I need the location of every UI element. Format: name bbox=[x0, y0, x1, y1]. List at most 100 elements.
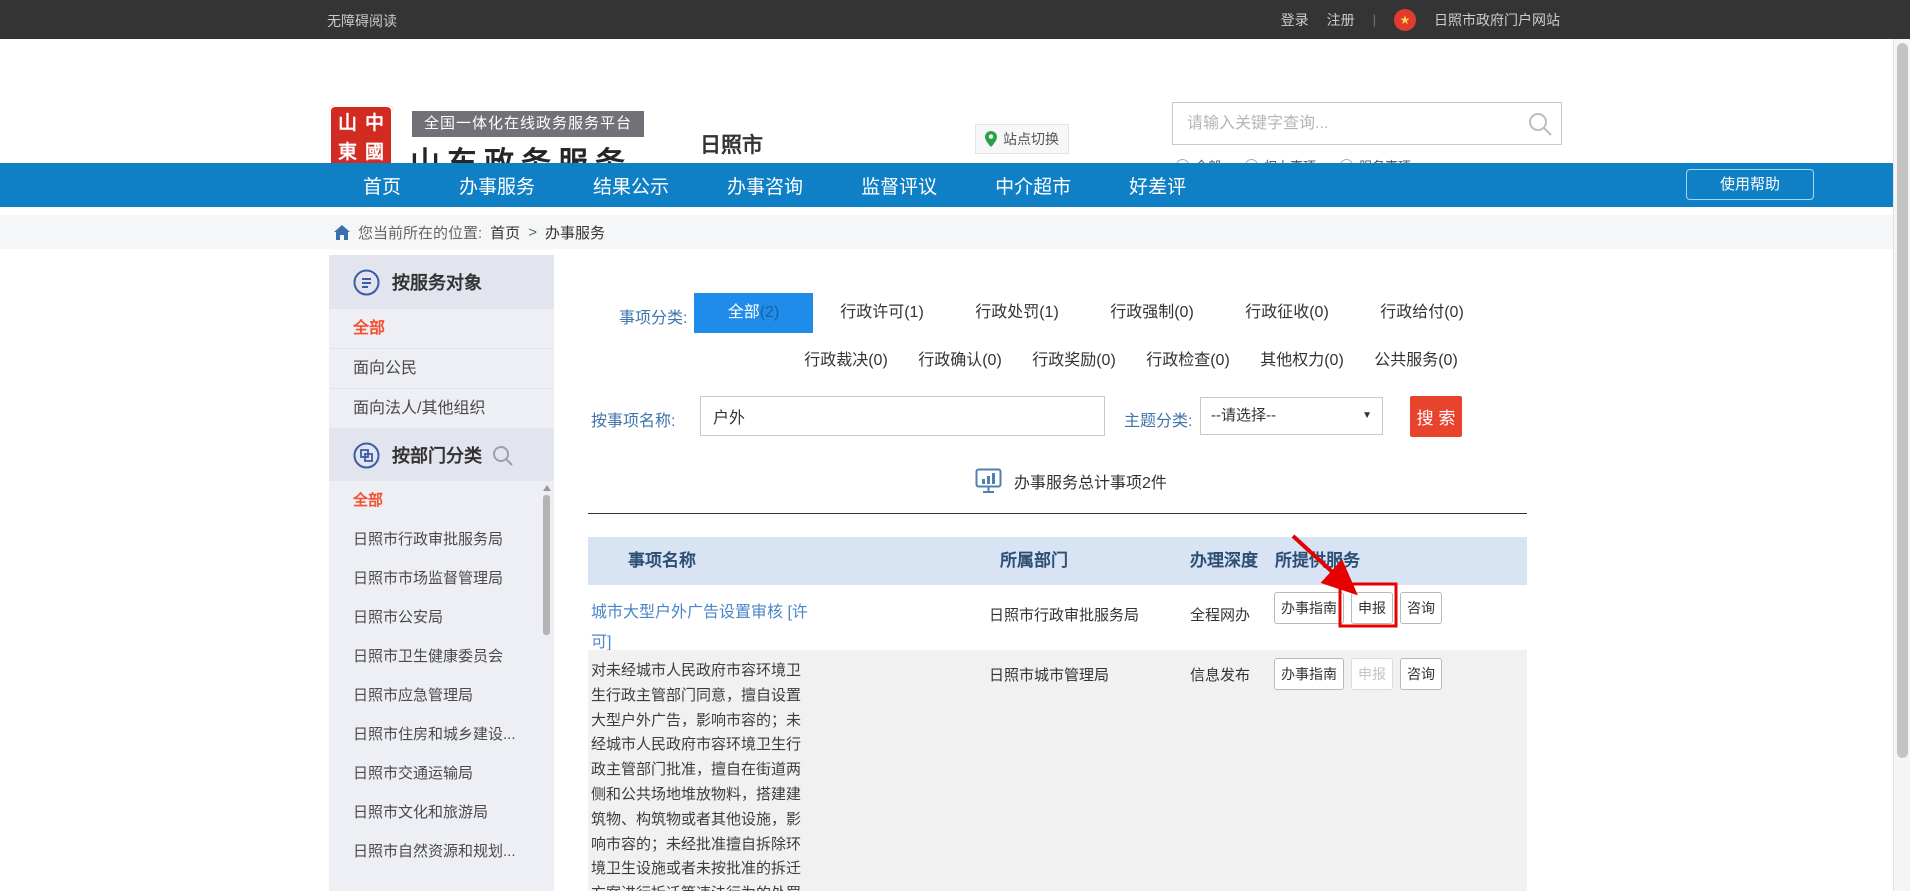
content-divider bbox=[588, 513, 1527, 514]
tab-count: (0) bbox=[1210, 352, 1230, 369]
tab-gonggong-fuwu[interactable]: 公共服务(0) bbox=[1360, 341, 1472, 381]
nav-item-rating[interactable]: 好差评 bbox=[1129, 172, 1186, 199]
location-pin-icon bbox=[985, 131, 997, 147]
sidebar: 按服务对象 全部 面向公民 面向法人/其他组织 按部门分类 全部 日照市行政审批… bbox=[329, 255, 554, 891]
apply-button[interactable]: 申报 bbox=[1351, 592, 1393, 624]
keyword-search bbox=[1172, 102, 1562, 145]
department-header: 按部门分类 bbox=[329, 429, 554, 481]
tab-count: (0) bbox=[982, 352, 1002, 369]
service-target-title: 按服务对象 bbox=[392, 269, 482, 295]
tab-qita-quanli[interactable]: 其他权力(0) bbox=[1246, 341, 1358, 381]
item-name-label: 按事项名称: bbox=[591, 407, 675, 431]
item-name-text[interactable]: 对未经城市人民政府市容环境卫生行政主管部门同意，擅自设置大型户外广告，影响市容的… bbox=[591, 659, 807, 891]
tab-label: 行政给付 bbox=[1380, 304, 1444, 321]
nav-item-supervision[interactable]: 监督评议 bbox=[861, 172, 937, 199]
keyword-search-input[interactable] bbox=[1173, 103, 1525, 144]
seal-char: 山 bbox=[338, 111, 357, 138]
service-target-all[interactable]: 全部 bbox=[329, 309, 554, 349]
item-name-input[interactable] bbox=[700, 396, 1105, 436]
col-department: 所属部门 bbox=[1000, 537, 1068, 585]
tab-xingzheng-jiangli[interactable]: 行政奖励(0) bbox=[1018, 341, 1130, 381]
guide-button[interactable]: 办事指南 bbox=[1274, 592, 1344, 624]
col-item-name: 事项名称 bbox=[628, 537, 696, 585]
window-scrollbar[interactable] bbox=[1893, 39, 1910, 891]
breadcrumb-bar: 您当前所在的位置: 首页 > 办事服务 bbox=[0, 215, 1893, 249]
department-item[interactable]: 日照市公安局 bbox=[329, 598, 554, 637]
tab-count: (1) bbox=[1039, 304, 1059, 321]
department-title: 按部门分类 bbox=[392, 442, 482, 468]
service-target-legal[interactable]: 面向法人/其他组织 bbox=[329, 389, 554, 429]
consult-button[interactable]: 咨询 bbox=[1400, 658, 1442, 690]
tab-xingzheng-chufa[interactable]: 行政处罚(1) bbox=[951, 293, 1083, 333]
tab-xingzheng-jiancha[interactable]: 行政检查(0) bbox=[1132, 341, 1244, 381]
search-button[interactable]: 搜 索 bbox=[1410, 396, 1462, 437]
breadcrumb-separator: > bbox=[528, 224, 537, 241]
service-target-citizen[interactable]: 面向公民 bbox=[329, 349, 554, 389]
search-icon[interactable] bbox=[1527, 111, 1553, 137]
department-icon bbox=[353, 442, 380, 469]
scroll-up-arrow-icon[interactable] bbox=[543, 485, 551, 491]
breadcrumb: 您当前所在的位置: 首页 > 办事服务 bbox=[334, 215, 605, 249]
login-link[interactable]: 登录 bbox=[1281, 10, 1309, 30]
department-item[interactable]: 日照市卫生健康委员会 bbox=[329, 637, 554, 676]
accessibility-link[interactable]: 无障碍阅读 bbox=[327, 11, 397, 31]
item-name-link[interactable]: 城市大型户外广告设置审核 [许可] bbox=[591, 598, 823, 658]
tab-label: 全部 bbox=[728, 304, 760, 321]
nav-item-consult[interactable]: 办事咨询 bbox=[727, 172, 803, 199]
department-item[interactable]: 日照市行政审批服务局 bbox=[329, 520, 554, 559]
site-header: 山 中 東 國 全国一体化在线政务服务平台 山东政务服务 日照市 站点切换 全 bbox=[0, 39, 1893, 163]
home-icon bbox=[334, 225, 350, 240]
row-depth: 全程网办 bbox=[1190, 604, 1250, 625]
department-item-all[interactable]: 全部 bbox=[329, 481, 554, 520]
department-item[interactable]: 日照市应急管理局 bbox=[329, 676, 554, 715]
table-row: 对未经城市人民政府市容环境卫生行政主管部门同意，擅自设置大型户外广告，影响市容的… bbox=[588, 650, 1527, 891]
breadcrumb-home-link[interactable]: 首页 bbox=[490, 222, 520, 243]
breadcrumb-prefix: 您当前所在的位置: bbox=[358, 222, 482, 243]
tab-count: (0) bbox=[1309, 304, 1329, 321]
department-item[interactable]: 日照市交通运输局 bbox=[329, 754, 554, 793]
apply-button-disabled: 申报 bbox=[1351, 658, 1393, 690]
consult-button[interactable]: 咨询 bbox=[1400, 592, 1442, 624]
department-list: 全部 日照市行政审批服务局 日照市市场监督管理局 日照市公安局 日照市卫生健康委… bbox=[329, 481, 554, 871]
help-button[interactable]: 使用帮助 bbox=[1686, 169, 1814, 200]
department-item[interactable]: 日照市自然资源和规划... bbox=[329, 832, 554, 871]
guide-button[interactable]: 办事指南 bbox=[1274, 658, 1344, 690]
nav-item-results[interactable]: 结果公示 bbox=[593, 172, 669, 199]
tab-xingzheng-qiangzhi[interactable]: 行政强制(0) bbox=[1086, 293, 1218, 333]
portal-link[interactable]: 日照市政府门户网站 bbox=[1434, 10, 1560, 30]
row-department: 日照市行政审批服务局 bbox=[989, 604, 1139, 625]
tab-xingzheng-queren[interactable]: 行政确认(0) bbox=[904, 341, 1016, 381]
col-depth: 办理深度 bbox=[1190, 537, 1258, 585]
topic-select[interactable]: --请选择-- ▼ bbox=[1200, 397, 1383, 435]
tab-xingzheng-jifu[interactable]: 行政给付(0) bbox=[1356, 293, 1488, 333]
window-scrollbar-thumb[interactable] bbox=[1897, 43, 1908, 758]
topic-label: 主题分类: bbox=[1124, 407, 1192, 431]
seal-char: 中 bbox=[365, 111, 384, 138]
summary-row: 办事服务总计事项2件 bbox=[975, 468, 1167, 494]
nav-item-intermediary[interactable]: 中介超市 bbox=[995, 172, 1071, 199]
sidebar-scrollbar-thumb[interactable] bbox=[543, 495, 550, 635]
top-utility-bar: 无障碍阅读 登录 注册 | ★ 日照市政府门户网站 bbox=[0, 0, 1910, 39]
table-row: 城市大型户外广告设置审核 [许可] 日照市行政审批服务局 全程网办 办事指南 申… bbox=[588, 585, 1527, 650]
tab-label: 行政奖励 bbox=[1032, 352, 1096, 369]
department-item[interactable]: 日照市市场监督管理局 bbox=[329, 559, 554, 598]
row-depth: 信息发布 bbox=[1190, 664, 1250, 685]
department-item[interactable]: 日照市住房和城乡建设... bbox=[329, 715, 554, 754]
tab-xingzheng-caijue[interactable]: 行政裁决(0) bbox=[790, 341, 902, 381]
tab-all[interactable]: 全部(2) bbox=[694, 293, 813, 333]
register-link[interactable]: 注册 bbox=[1327, 10, 1355, 30]
sidebar-scrollbar[interactable] bbox=[542, 485, 551, 881]
page: 无障碍阅读 登录 注册 | ★ 日照市政府门户网站 山 中 東 國 全国一体化在… bbox=[0, 0, 1910, 891]
tab-count: (0) bbox=[1174, 304, 1194, 321]
tab-count: (0) bbox=[1324, 352, 1344, 369]
nav-item-services[interactable]: 办事服务 bbox=[459, 172, 535, 199]
tab-xingzheng-xuke[interactable]: 行政许可(1) bbox=[816, 293, 948, 333]
tab-xingzheng-zhengshou[interactable]: 行政征收(0) bbox=[1221, 293, 1353, 333]
nav-item-home[interactable]: 首页 bbox=[363, 172, 401, 199]
city-name: 日照市 bbox=[700, 129, 763, 159]
site-switch-button[interactable]: 站点切换 bbox=[975, 124, 1069, 154]
tab-label: 行政处罚 bbox=[975, 304, 1039, 321]
department-search-icon[interactable] bbox=[492, 445, 514, 467]
department-item[interactable]: 日照市文化和旅游局 bbox=[329, 793, 554, 832]
category-tabs-row1: 全部(2) 行政许可(1) 行政处罚(1) 行政强制(0) 行政征收(0) 行政… bbox=[694, 293, 1488, 333]
